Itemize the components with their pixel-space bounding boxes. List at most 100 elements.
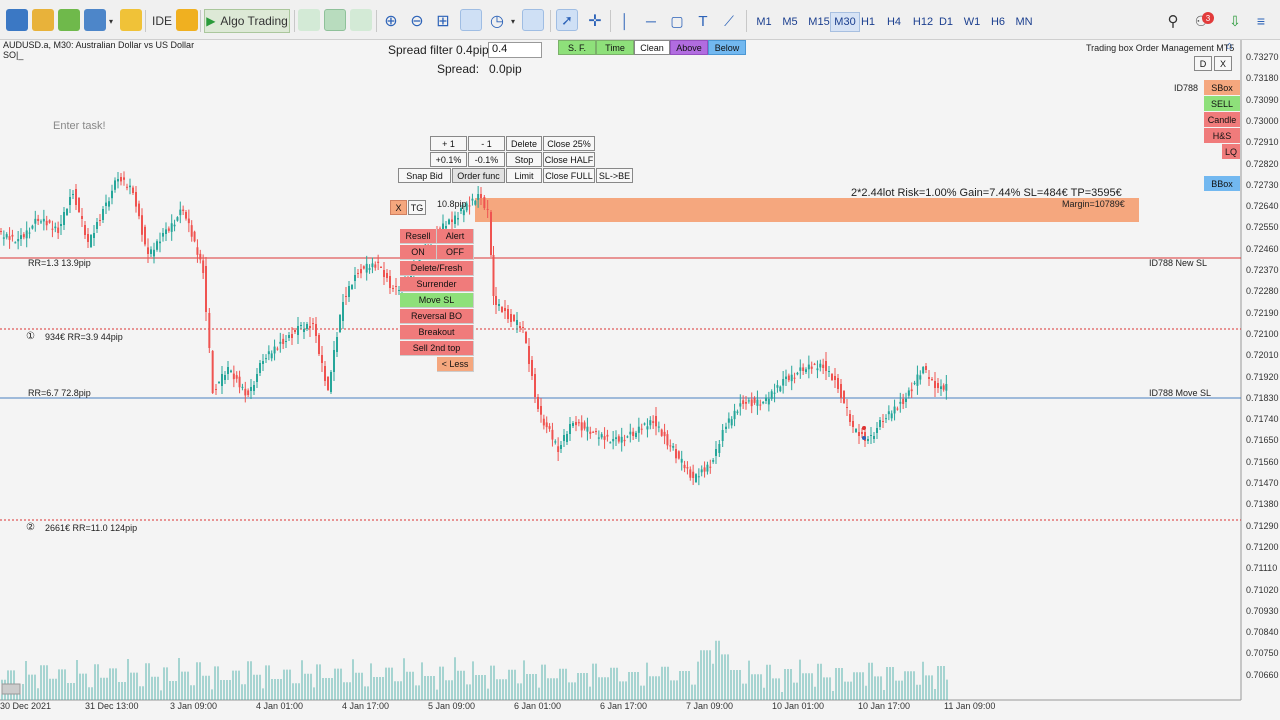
snap-bid-button[interactable]: Snap Bid: [398, 168, 451, 183]
grid-icon[interactable]: ⊞: [432, 9, 454, 33]
money-icon[interactable]: [120, 9, 142, 31]
alert-button[interactable]: Alert: [437, 229, 474, 244]
zoom-in-icon[interactable]: ⊕: [380, 9, 402, 33]
candle-body: [102, 209, 104, 220]
timeframe-d1[interactable]: D1: [934, 12, 958, 32]
close-trade-box-button[interactable]: X: [390, 200, 407, 215]
new-chart-icon[interactable]: [6, 9, 28, 31]
trendline-icon[interactable]: ⟋: [718, 9, 740, 33]
minus-one-button[interactable]: - 1: [468, 136, 505, 151]
candle-button[interactable]: Candle: [1204, 112, 1240, 127]
candle-body: [583, 422, 586, 429]
candlestick-icon[interactable]: [324, 9, 346, 31]
candle-body: [28, 232, 31, 234]
clock-icon[interactable]: ◷: [486, 9, 508, 33]
minus-percent-button[interactable]: -0.1%: [468, 152, 505, 167]
sbox-button[interactable]: SBox: [1204, 80, 1240, 95]
chart-area[interactable]: [0, 40, 1280, 720]
spread-filter-input[interactable]: 0.4: [488, 42, 542, 58]
id-label: ID788: [1174, 83, 1199, 93]
candle-body: [609, 442, 612, 444]
chart-canvas[interactable]: [0, 40, 1280, 720]
candle-body: [635, 432, 637, 437]
candle-body: [474, 200, 477, 205]
close-half-button[interactable]: Close HALF: [543, 152, 595, 167]
surrender-button[interactable]: Surrender: [400, 277, 474, 292]
chart-shift-icon[interactable]: [522, 9, 544, 31]
timeframe-m1[interactable]: M1: [752, 12, 776, 32]
below-button[interactable]: Below: [708, 40, 746, 55]
lq-button[interactable]: LQ: [1222, 144, 1240, 159]
candle-body: [454, 215, 456, 224]
panel-d-button[interactable]: D: [1194, 56, 1212, 71]
time-button[interactable]: Time: [596, 40, 634, 55]
price-tick: 0.71560: [1246, 456, 1279, 467]
candle-body: [577, 422, 580, 424]
sf-button[interactable]: S. F.: [558, 40, 596, 55]
timeframe-mn[interactable]: MN: [1012, 12, 1036, 32]
timeframe-h6[interactable]: H6: [986, 12, 1010, 32]
candle-body: [706, 464, 709, 472]
candle-body: [135, 192, 137, 207]
price-tick: 0.72460: [1246, 243, 1279, 254]
stop-button[interactable]: Stop: [506, 152, 542, 167]
above-button[interactable]: Above: [670, 40, 708, 55]
signals-icon[interactable]: ⇩: [1224, 9, 1246, 33]
vertical-line-icon[interactable]: │: [614, 9, 636, 33]
wifi-icon[interactable]: ≡: [1250, 9, 1272, 33]
text-icon[interactable]: T: [692, 9, 714, 33]
chevron-down-icon[interactable]: ▾: [508, 9, 518, 33]
play-icon: ▶: [206, 14, 216, 28]
candle-body: [297, 326, 299, 335]
chevron-down-icon[interactable]: ▾: [106, 9, 116, 33]
clean-button[interactable]: Clean: [634, 40, 670, 55]
order-func-button[interactable]: Order func: [452, 168, 505, 183]
timeframe-m5[interactable]: M5: [778, 12, 802, 32]
lock-icon[interactable]: [176, 9, 198, 31]
cursor-icon[interactable]: ➚: [556, 9, 578, 31]
resell-button[interactable]: Resell: [400, 229, 437, 244]
line-chart-icon[interactable]: [350, 9, 372, 31]
plus-percent-button[interactable]: +0.1%: [430, 152, 467, 167]
off-button[interactable]: OFF: [437, 245, 474, 260]
close-25-button[interactable]: Close 25%: [543, 136, 595, 151]
market-watch-icon[interactable]: [58, 9, 80, 31]
timeframe-h1[interactable]: H1: [856, 12, 880, 32]
delete-fresh-button[interactable]: Delete/Fresh: [400, 261, 474, 276]
horizontal-line-icon[interactable]: ─: [640, 9, 662, 33]
rectangle-icon[interactable]: ▢: [666, 9, 688, 33]
plus-one-button[interactable]: + 1: [430, 136, 467, 151]
candle-body: [849, 414, 851, 422]
timeframe-w1[interactable]: W1: [960, 12, 984, 32]
on-button[interactable]: ON: [400, 245, 437, 260]
open-folder-icon[interactable]: [32, 9, 54, 31]
zoom-out-icon[interactable]: ⊖: [406, 9, 428, 33]
timeframe-h4[interactable]: H4: [882, 12, 906, 32]
search-icon[interactable]: ⚲: [1162, 9, 1184, 33]
hs-button[interactable]: H&S: [1204, 128, 1240, 143]
limit-button[interactable]: Limit: [506, 168, 542, 183]
candle-body: [330, 372, 332, 392]
candle-body: [123, 177, 125, 180]
sell-2nd-top-button[interactable]: Sell 2nd top: [400, 341, 474, 356]
candle-body: [84, 225, 86, 235]
tg-button[interactable]: TG: [408, 200, 426, 215]
algo-trading-button[interactable]: ▶ Algo Trading: [204, 9, 290, 33]
sell-button[interactable]: SELL: [1204, 96, 1240, 111]
ide-button[interactable]: IDE: [150, 9, 174, 33]
sl-be-button[interactable]: SL->BE: [596, 168, 633, 183]
chart-templates-icon[interactable]: [84, 9, 106, 31]
delete-button[interactable]: Delete: [506, 136, 542, 151]
auto-scroll-icon[interactable]: [460, 9, 482, 31]
bbox-button[interactable]: BBox: [1204, 176, 1240, 191]
reversal-bo-button[interactable]: Reversal BO: [400, 309, 474, 324]
enter-task-input[interactable]: Enter task!: [53, 120, 106, 132]
panel-close-button[interactable]: X: [1214, 56, 1232, 71]
less-button[interactable]: < Less: [437, 357, 474, 372]
breakout-button[interactable]: Breakout: [400, 325, 474, 340]
close-full-button[interactable]: Close FULL: [543, 168, 595, 183]
price-tick: 0.73000: [1246, 115, 1279, 126]
crosshair-icon[interactable]: ✛: [584, 9, 606, 33]
bar-chart-icon[interactable]: [298, 9, 320, 31]
move-sl-button[interactable]: Move SL: [400, 293, 474, 308]
